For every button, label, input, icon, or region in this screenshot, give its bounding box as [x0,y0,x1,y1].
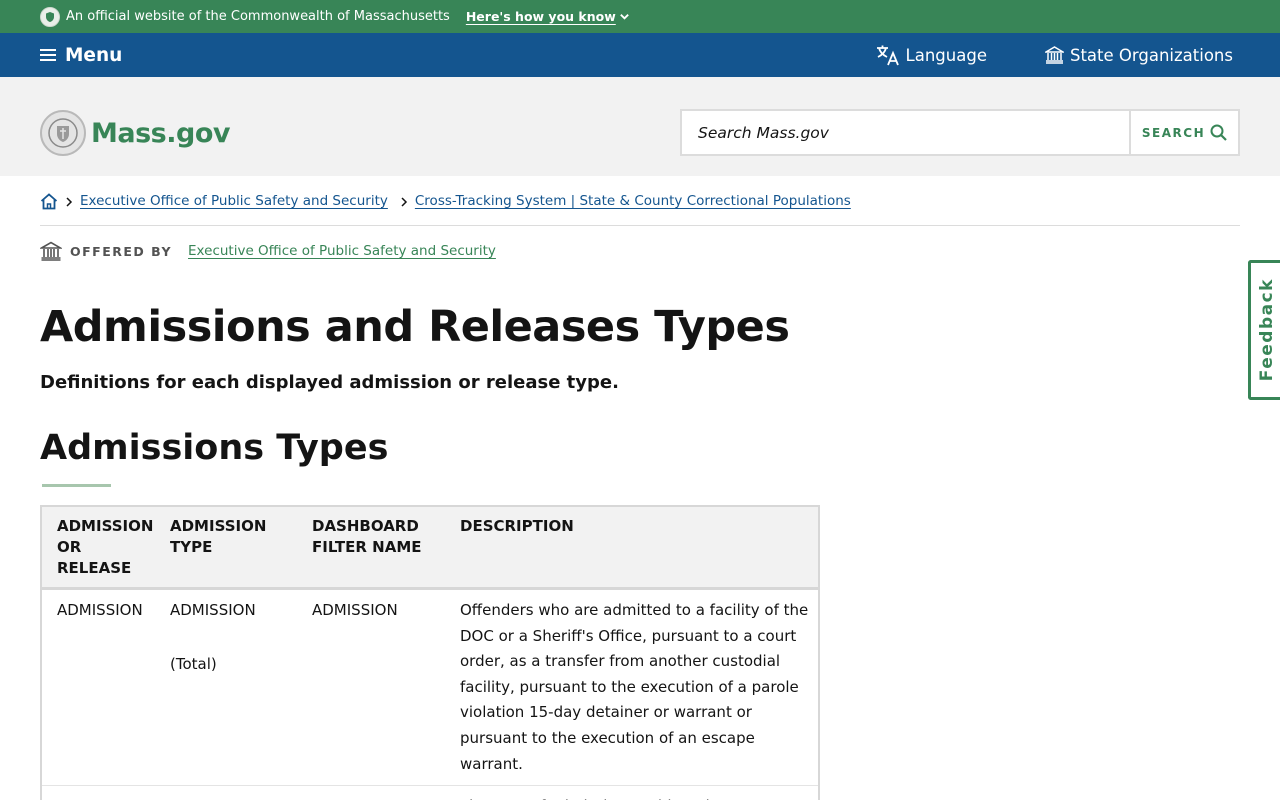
hamburger-icon [40,49,56,61]
seal-icon [40,6,60,27]
column-header: DASHBOARD FILTER NAME [297,507,445,590]
admission-type-note: (Total) [170,654,217,673]
offered-by-org-link[interactable]: Executive Office of Public Safety and Se… [188,243,496,259]
admission-types-table: ADMISSION OR RELEASE ADMISSION TYPE DASH… [40,505,820,800]
breadcrumb-link-cross-tracking[interactable]: Cross-Tracking System | State & County C… [415,192,851,211]
language-label: Language [905,45,987,65]
mass-gov-logo[interactable]: Mass.gov [40,110,230,156]
translate-icon [876,45,899,66]
table-header-row: ADMISSION OR RELEASE ADMISSION TYPE DASH… [42,507,818,590]
search-form: SEARCH [680,109,1240,156]
breadcrumb: Executive Office of Public Safety and Se… [40,192,1240,226]
column-header: ADMISSION TYPE [155,507,297,590]
table-row: ADMISSION ARREST ARREST The type of admi… [42,785,818,800]
state-organizations-button[interactable]: State Organizations [1044,45,1233,65]
breadcrumb-link-eopss[interactable]: Executive Office of Public Safety and Se… [80,192,388,211]
table-cell: ADMISSION [42,785,155,800]
table-cell: ARREST [155,785,297,800]
feedback-button[interactable]: Feedback [1248,260,1280,400]
search-input[interactable] [682,111,1129,154]
table-cell: ARREST [297,785,445,800]
menu-label: Menu [65,44,123,66]
column-header: ADMISSION OR RELEASE [42,507,155,590]
table-cell: The type of admission could not be [445,785,818,800]
offered-by-label: OFFERED BY [70,243,173,259]
table-cell: Offenders who are admitted to a facility… [445,588,818,787]
main-nav: Menu Language State Organizations [0,33,1280,77]
search-icon [1210,124,1227,141]
building-icon [40,241,62,261]
how-you-know-link[interactable]: Here's how you know [466,9,630,24]
official-banner: An official website of the Commonwealth … [0,0,1280,33]
column-header: DESCRIPTION [445,507,818,590]
admission-type: ADMISSION [170,601,256,619]
table-cell: ADMISSION [297,588,445,787]
offered-by: OFFERED BY Executive Office of Public Sa… [40,241,496,261]
language-button[interactable]: Language [876,44,987,66]
page-title: Admissions and Releases Types [40,302,790,352]
search-button-label: SEARCH [1141,125,1206,140]
table-cell: ADMISSION [42,588,155,787]
section-title: Admissions Types [40,428,389,468]
how-you-know-label: Here's how you know [465,9,616,24]
home-icon[interactable] [40,193,58,210]
search-button[interactable]: SEARCH [1129,111,1238,154]
site-header: Mass.gov SEARCH [0,77,1280,176]
table-cell: ADMISSION (Total) [155,588,297,787]
section-underline [42,484,111,487]
menu-button[interactable]: Menu [40,45,122,66]
logo-text: Mass.gov [91,117,230,149]
feedback-label: Feedback [1256,278,1277,382]
state-organizations-label: State Organizations [1069,45,1233,65]
building-icon [1044,46,1064,64]
table-row: ADMISSION ADMISSION (Total) ADMISSION Of… [42,588,818,787]
chevron-right-icon [401,197,407,207]
page-subtitle: Definitions for each displayed admission… [40,372,619,393]
chevron-right-icon [66,197,73,207]
chevron-down-icon [619,14,629,20]
official-banner-text: An official website of the Commonwealth … [66,9,450,24]
massachusetts-seal-icon [40,110,86,156]
